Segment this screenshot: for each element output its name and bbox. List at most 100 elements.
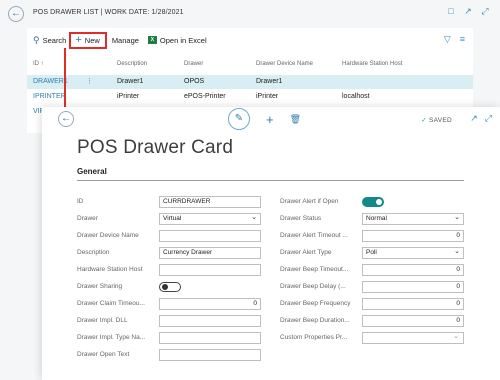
toolbar-right-icons: ▽ ≡ — [444, 34, 465, 45]
chevron-down-icon: ⌄ — [251, 213, 257, 221]
field-label: Drawer Sharing — [77, 283, 123, 290]
drawer-device-name-input[interactable] — [159, 229, 261, 242]
drawer-alert-type-value: Poll — [366, 248, 377, 256]
field-drawer-status: Drawer Status Normal ⌄ — [280, 212, 466, 225]
row-id[interactable]: IPRINTER — [33, 90, 66, 104]
field-label: Drawer Impl. DLL — [77, 317, 128, 324]
row-actions-icon[interactable]: ⋮ — [86, 75, 93, 89]
drawer-alert-type-select[interactable]: Poll ⌄ — [362, 246, 464, 259]
back-arrow-icon[interactable]: ← — [8, 6, 24, 22]
field-label: Drawer Device Name — [77, 232, 139, 239]
table-row[interactable]: IPRINTER iPrinter ePOS-Printer iPrinter … — [27, 90, 473, 104]
drawer-beep-duration-input[interactable]: 0 — [362, 314, 464, 327]
check-icon: ✓ — [421, 117, 427, 124]
hardware-station-host-input[interactable] — [159, 263, 261, 276]
field-label: Drawer — [77, 215, 98, 222]
field-label: Drawer Alert Type — [280, 249, 332, 256]
field-id: ID CURRDRAWER — [77, 195, 265, 208]
edit-pencil-icon[interactable]: ✎ — [228, 108, 250, 130]
drawer-status-value: Normal — [366, 214, 387, 222]
manage-button[interactable]: Manage — [112, 36, 139, 45]
field-label: Drawer Open Text — [77, 351, 130, 358]
plus-icon: + — [75, 34, 82, 46]
description-input[interactable]: Currency Drawer — [159, 246, 261, 259]
field-label: Drawer Claim Timeou... — [77, 300, 145, 307]
field-label: Hardware Station Host — [77, 266, 143, 273]
delete-trash-icon[interactable]: 🗑 — [290, 114, 301, 125]
column-header-hardware-station-host[interactable]: Hardware Station Host — [342, 61, 402, 67]
search-button[interactable]: ⚲ Search — [33, 35, 66, 46]
new-button[interactable]: + New — [69, 31, 107, 49]
row-device-name: iPrinter — [256, 93, 279, 100]
field-hardware-station-host: Hardware Station Host — [77, 263, 265, 276]
field-label: Description — [77, 249, 110, 256]
open-in-excel-label: Open in Excel — [159, 35, 207, 45]
pos-drawer-card: ← ✎ + 🗑 ✓ SAVED ↗ ⤢ POS Drawer Card Gener… — [42, 107, 500, 380]
list-page-corner-icons: □ ↗ ⤢ — [446, 6, 490, 16]
filter-icon[interactable]: ▽ — [444, 34, 451, 45]
table-row[interactable]: DRAWER1 ⋮ Drawer1 OPOS Drawer1 — [27, 75, 473, 89]
field-description: Description Currency Drawer — [77, 246, 265, 259]
drawer-open-text-input[interactable] — [159, 348, 261, 361]
add-new-icon[interactable]: + — [266, 112, 274, 127]
open-new-window-icon[interactable]: ↗ — [463, 6, 473, 16]
section-divider — [77, 180, 464, 181]
drawer-alert-if-open-toggle[interactable] — [362, 196, 384, 207]
field-drawer-device-name: Drawer Device Name — [77, 229, 265, 242]
toggle-knob — [376, 198, 382, 205]
drawer-impl-type-name-input[interactable] — [159, 331, 261, 344]
field-drawer-alert-type: Drawer Alert Type Poll ⌄ — [280, 246, 466, 259]
field-drawer-impl-type-name: Drawer Impl. Type Na... — [77, 331, 265, 344]
drawer-beep-frequency-input[interactable]: 0 — [362, 297, 464, 310]
field-label: Custom Properties Pr... — [280, 334, 348, 341]
field-drawer-alert-if-open: Drawer Alert if Open — [280, 195, 466, 208]
field-drawer-sharing: Drawer Sharing — [77, 280, 265, 293]
drawer-select-value: Virtual — [163, 214, 182, 222]
chevron-down-icon: ⌄ — [454, 213, 460, 221]
drawer-impl-dll-input[interactable] — [159, 314, 261, 327]
bookmark-icon[interactable]: □ — [446, 6, 456, 16]
open-new-window-icon[interactable]: ↗ — [470, 113, 478, 124]
expand-icon[interactable]: ⤢ — [485, 113, 492, 124]
list-view-icon[interactable]: ≡ — [460, 34, 465, 45]
list-toolbar: ⚲ Search + New Manage X Open in Excel ▽ … — [33, 31, 467, 49]
open-in-excel-button[interactable]: X Open in Excel — [147, 35, 207, 45]
saved-status: ✓ SAVED — [421, 116, 452, 124]
card-actions: ✎ + 🗑 — [228, 108, 301, 130]
field-drawer-beep-delay: Drawer Beep Delay (... 0 — [280, 280, 466, 293]
field-custom-properties: Custom Properties Pr... ⌄ — [280, 331, 466, 344]
column-header-id[interactable]: ID ↑ — [33, 61, 44, 67]
back-arrow-icon[interactable]: ← — [58, 111, 74, 127]
column-header-description[interactable]: Description — [117, 61, 147, 67]
row-description: Drawer1 — [117, 78, 144, 85]
field-label: Drawer Impl. Type Na... — [77, 334, 146, 341]
row-host: localhost — [342, 93, 370, 100]
chevron-down-icon: ⌄ — [454, 247, 460, 255]
drawer-select[interactable]: Virtual ⌄ — [159, 212, 261, 225]
chevron-down-icon: ⌄ — [453, 332, 459, 340]
drawer-alert-timeout-input[interactable]: 0 — [362, 229, 464, 242]
expand-icon[interactable]: ⤢ — [480, 6, 490, 16]
row-id[interactable]: DRAWER1 — [33, 75, 68, 89]
field-drawer-alert-timeout: Drawer Alert Timeout ... 0 — [280, 229, 466, 242]
column-header-drawer[interactable]: Drawer — [184, 61, 203, 67]
card-corner-icons: ↗ ⤢ — [470, 113, 492, 124]
page-title: POS Drawer Card — [77, 137, 234, 158]
id-input[interactable]: CURRDRAWER — [159, 195, 261, 208]
drawer-status-select[interactable]: Normal ⌄ — [362, 212, 464, 225]
field-drawer: Drawer Virtual ⌄ — [77, 212, 265, 225]
search-icon: ⚲ — [33, 34, 40, 45]
custom-properties-lookup[interactable]: ⌄ — [362, 331, 464, 344]
column-header-drawer-device-name[interactable]: Drawer Device Name — [256, 61, 313, 67]
field-label: ID — [77, 198, 84, 205]
field-label: Drawer Beep Delay (... — [280, 283, 346, 290]
drawer-beep-delay-input[interactable]: 0 — [362, 280, 464, 293]
list-page-title: POS DRAWER LIST | WORK DATE: 1/28/2021 — [33, 9, 184, 16]
field-drawer-beep-frequency: Drawer Beep Frequency 0 — [280, 297, 466, 310]
section-title-general[interactable]: General — [77, 167, 107, 176]
drawer-sharing-toggle[interactable] — [159, 281, 181, 292]
field-label: Drawer Beep Frequency — [280, 300, 351, 307]
drawer-beep-timeout-input[interactable]: 0 — [362, 263, 464, 276]
drawer-claim-timeout-input[interactable]: 0 — [159, 297, 261, 310]
new-label: New — [84, 35, 100, 45]
